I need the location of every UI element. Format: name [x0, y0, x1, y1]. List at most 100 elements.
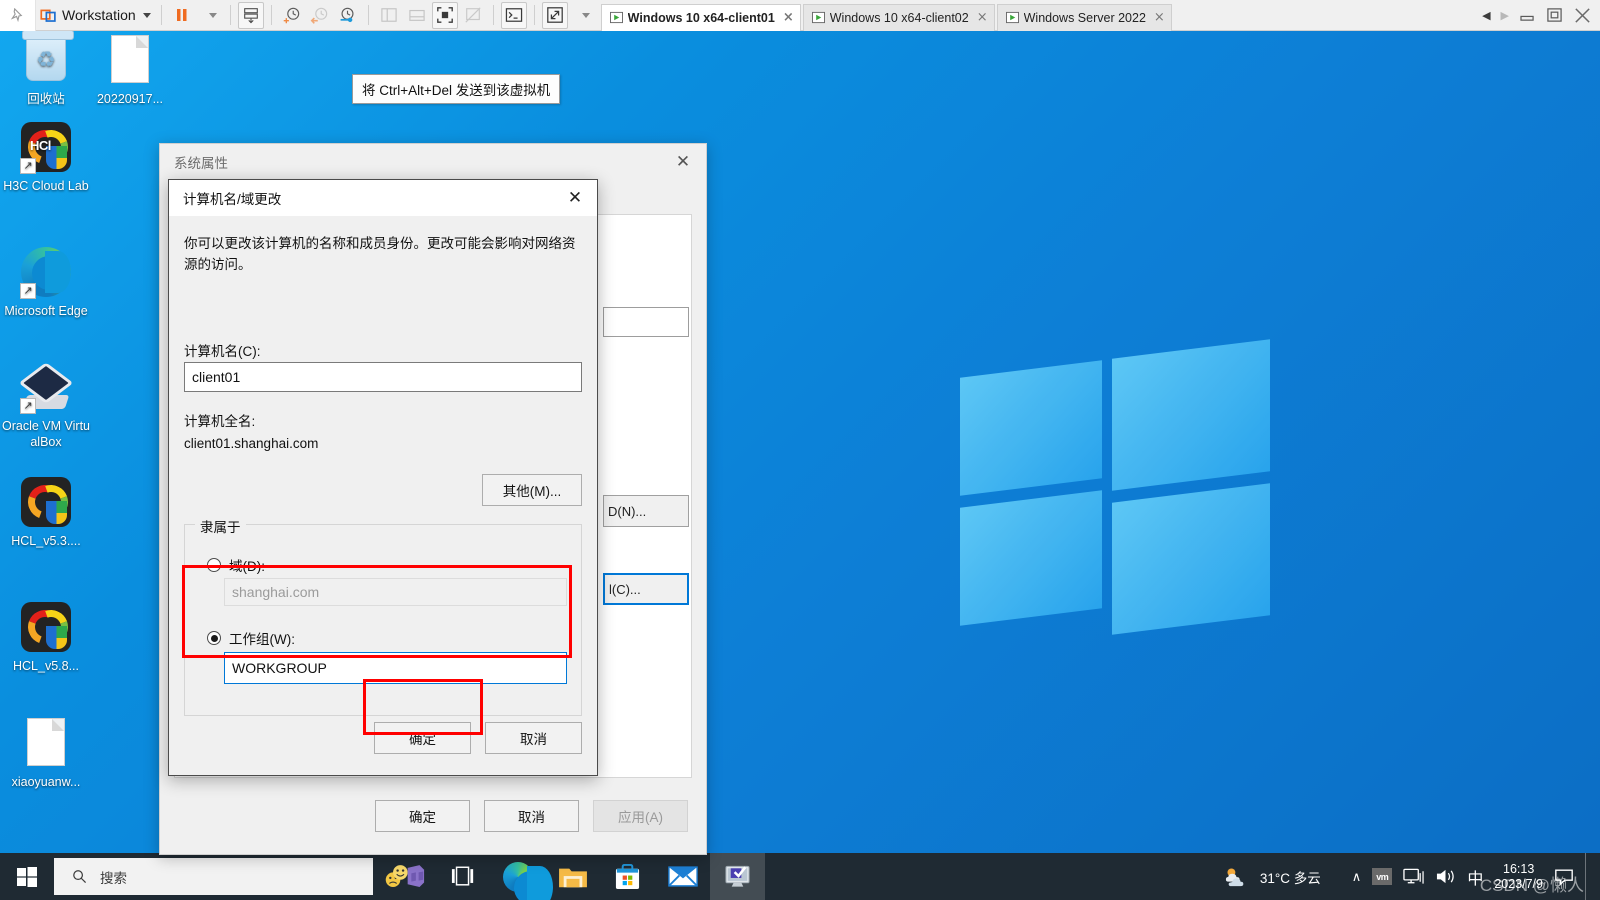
shortcut-overlay-icon: ↗ — [20, 398, 36, 414]
suspend-button[interactable] — [169, 2, 195, 29]
desktop-icon-hcl-v53[interactable]: HCL_v5.3.... — [0, 476, 92, 550]
start-button[interactable] — [0, 853, 54, 900]
close-icon[interactable]: × — [977, 10, 988, 25]
snapshot-manager-button[interactable] — [335, 2, 361, 29]
clock-date: 2023/7/9 — [1494, 876, 1543, 891]
chevron-up-icon[interactable]: ∧ — [1352, 869, 1362, 885]
toolbar-separator — [229, 5, 231, 25]
pin-button[interactable] — [0, 0, 36, 31]
desktop-icon-xiaoyuanw[interactable]: xiaoyuanw... — [0, 716, 92, 791]
chevron-down-icon — [582, 12, 591, 18]
taskbar-item-vmware-tools[interactable] — [373, 853, 435, 900]
taskbar-item-store[interactable] — [600, 853, 655, 900]
workgroup-radio-row[interactable]: 工作组(W): — [207, 628, 295, 648]
ok-button[interactable]: 确定 — [375, 800, 470, 832]
snapshot-icon — [243, 8, 258, 24]
full-screen-icon — [436, 7, 453, 23]
close-icon[interactable]: ✕ — [660, 144, 706, 180]
taskbar-item-system-properties[interactable] — [710, 853, 765, 900]
taskbar-item-task-view[interactable] — [435, 853, 490, 900]
take-snapshot-icon — [283, 7, 300, 23]
search-box[interactable]: 搜索 — [54, 858, 373, 895]
stretch-dropdown-button[interactable] — [570, 2, 596, 29]
computer-name-input[interactable]: client01 — [184, 362, 582, 392]
vm-play-icon — [811, 11, 825, 24]
desktop-icon-hcl-v58[interactable]: HCL_v5.8... — [0, 601, 92, 675]
snapshot-button[interactable] — [237, 1, 264, 29]
guest-desktop: 回收站 20220917... HCl ↗ H3C Cloud Lab ↗ Mi… — [0, 31, 1600, 900]
cancel-button[interactable]: 取消 — [484, 800, 579, 832]
network-id-button[interactable]: D(N)... — [603, 495, 689, 527]
ime-indicator[interactable]: 中 — [1467, 865, 1483, 889]
full-computer-name-value: client01.shanghai.com — [184, 436, 319, 451]
close-icon[interactable]: ✕ — [553, 180, 597, 216]
revert-snapshot-button[interactable] — [307, 2, 333, 29]
close-icon[interactable] — [1573, 6, 1592, 25]
workgroup-radio-label: 工作组(W): — [229, 632, 295, 647]
desktop-icon-h3c-cloud-lab[interactable]: HCl ↗ H3C Cloud Lab — [0, 121, 92, 195]
file-icon — [104, 35, 156, 87]
take-snapshot-button[interactable] — [279, 2, 305, 29]
desktop-icon-label: H3C Cloud Lab — [3, 179, 89, 193]
member-of-group: 隶属于 — [184, 516, 582, 716]
file-explorer-icon — [558, 868, 587, 887]
workgroup-input[interactable]: WORKGROUP — [224, 652, 567, 684]
taskbar: 搜索 31°C 多云 ∧ vm 中 16:13 2023/7/9 CSDN @懒… — [0, 853, 1600, 900]
hcl-icon — [20, 602, 72, 654]
vm-tab-server2022[interactable]: Windows Server 2022 × — [996, 3, 1172, 31]
desktop-icon-label: Oracle VM VirtualBox — [2, 419, 90, 449]
close-icon[interactable]: × — [783, 10, 794, 25]
dialog-ok-button[interactable]: 确定 — [374, 722, 471, 754]
toolbar-separator — [270, 5, 272, 25]
toolbar-separator — [533, 5, 535, 25]
desktop-icon-label: xiaoyuanw... — [11, 775, 81, 789]
restore-icon[interactable] — [1546, 7, 1563, 23]
desktop-icon-recycle-bin[interactable]: 回收站 — [0, 31, 92, 108]
show-sidebar-button[interactable] — [376, 2, 402, 29]
suspend-dropdown-button[interactable] — [197, 2, 223, 29]
prev-tab-button[interactable]: ◀ — [1482, 9, 1490, 22]
console-button[interactable] — [500, 1, 527, 29]
volume-icon[interactable] — [1435, 867, 1456, 886]
action-center-icon[interactable] — [1554, 867, 1574, 886]
vm-tab-client01[interactable]: Windows 10 x64-client01 × — [600, 3, 801, 31]
taskbar-item-file-explorer[interactable] — [545, 853, 600, 900]
taskbar-clock[interactable]: 16:13 2023/7/9 — [1494, 862, 1543, 891]
desktop-icon-virtualbox[interactable]: ↗ Oracle VM VirtualBox — [0, 361, 92, 450]
domain-input[interactable]: shanghai.com — [224, 578, 567, 606]
virtualbox-icon: ↗ — [18, 362, 74, 414]
vmware-tray-icon[interactable]: vm — [1372, 868, 1393, 885]
microsoft-edge-icon: ↗ — [20, 247, 72, 299]
more-button[interactable]: 其他(M)... — [482, 474, 582, 506]
taskbar-item-mail[interactable] — [655, 853, 710, 900]
minimize-icon[interactable] — [1519, 9, 1536, 22]
apply-button[interactable]: 应用(A) — [593, 800, 688, 832]
vmware-tools-icon — [385, 864, 425, 887]
windows-wallpaper-logo — [960, 339, 1270, 635]
mail-icon — [667, 866, 698, 887]
desktop-icon-20220917[interactable]: 20220917... — [84, 33, 176, 108]
dialog-cancel-button[interactable]: 取消 — [485, 722, 582, 754]
weather-text[interactable]: 31°C 多云 — [1260, 867, 1321, 887]
vm-tab-label: Windows 10 x64-client02 — [829, 10, 969, 25]
workgroup-radio-button[interactable] — [207, 631, 221, 645]
revert-snapshot-icon — [310, 7, 328, 24]
desktop-icon-microsoft-edge[interactable]: ↗ Microsoft Edge — [0, 246, 92, 320]
close-icon[interactable]: × — [1154, 10, 1165, 25]
show-desktop-button[interactable] — [1585, 853, 1594, 900]
workstation-menu[interactable]: Workstation — [37, 2, 154, 29]
full-screen-button[interactable] — [431, 1, 458, 29]
taskbar-item-edge[interactable] — [490, 853, 553, 900]
domain-radio-button[interactable] — [207, 558, 221, 572]
unity-mode-button[interactable] — [460, 2, 486, 29]
vm-tab-client02[interactable]: Windows 10 x64-client02 × — [802, 3, 995, 31]
change-button[interactable]: Ɩ(C)... — [603, 573, 689, 605]
hcl-icon — [20, 477, 72, 529]
stretch-button[interactable] — [541, 1, 568, 29]
show-thumbnail-bar-button[interactable] — [404, 2, 430, 29]
network-icon[interactable] — [1403, 868, 1424, 886]
domain-radio-row[interactable]: 域(D): — [207, 555, 265, 575]
description-field[interactable] — [603, 307, 689, 337]
desktop-icon-label: Microsoft Edge — [4, 304, 88, 318]
next-tab-button[interactable]: ▶ — [1501, 9, 1509, 22]
